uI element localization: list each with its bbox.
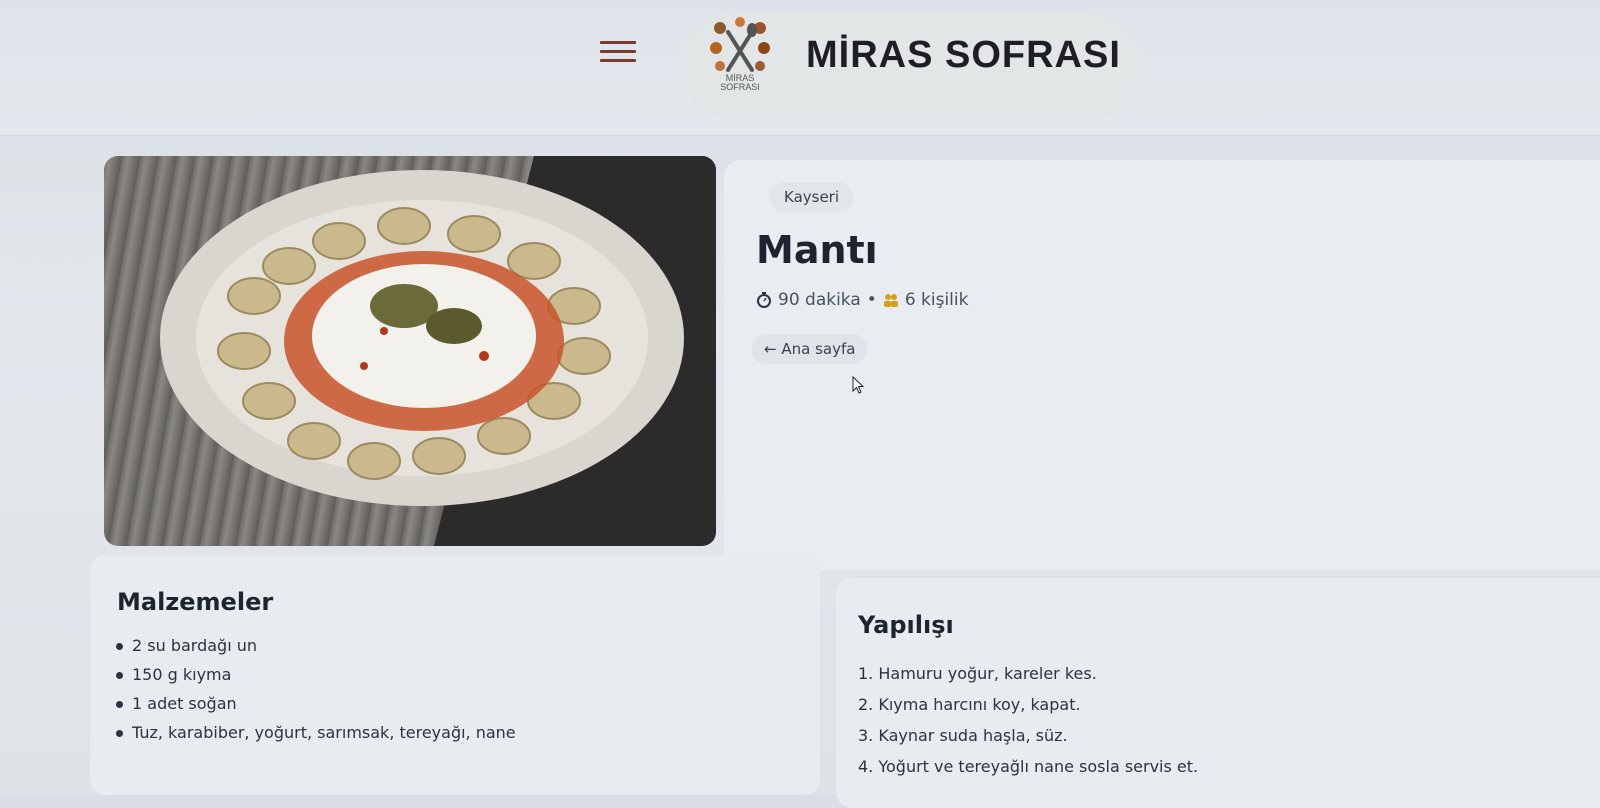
duration-text: 90 dakika	[778, 290, 861, 310]
list-item: 150 g kıyma	[110, 665, 516, 694]
recipe-title: Mantı	[756, 228, 878, 272]
list-item: 4. Yoğurt ve tereyağlı nane sosla servis…	[858, 757, 1199, 776]
stopwatch-icon	[757, 292, 771, 308]
ingredients-title: Malzemeler	[117, 588, 274, 616]
site-title: MİRAS SOFRASI	[806, 34, 1121, 76]
list-item: 3. Kaynar suda haşla, süz.	[858, 726, 1068, 745]
steps-list: 1. Hamuru yoğur, kareler kes. 2. Kıyma h…	[858, 664, 1198, 788]
servings-text: 6 kişilik	[904, 290, 969, 310]
back-to-home-button[interactable]: ← Ana sayfa	[752, 334, 868, 364]
list-item: 1 adet soğan	[110, 694, 516, 723]
list-item: Tuz, karabiber, yoğurt, sarımsak, tereya…	[110, 723, 516, 752]
people-icon	[883, 294, 898, 307]
list-item: 2 su bardağı un	[110, 636, 516, 665]
recipe-meta: 90 dakika • 6 kişilik	[756, 290, 968, 310]
logo-caption: MİRAS SOFRASI	[720, 73, 760, 92]
steps-title: Yapılışı	[858, 611, 954, 639]
ingredients-list: 2 su bardağı un 150 g kıyma 1 adet soğan…	[110, 636, 516, 752]
list-item: 1. Hamuru yoğur, kareler kes.	[858, 664, 1097, 683]
hamburger-menu-button[interactable]	[598, 36, 638, 76]
recipe-info-card	[724, 160, 1600, 570]
region-tag[interactable]: Kayseri	[770, 182, 854, 212]
mouse-cursor-icon	[852, 376, 865, 394]
list-item: 2. Kıyma harcını koy, kapat.	[858, 695, 1081, 714]
recipe-photo	[104, 156, 716, 546]
meta-separator: •	[866, 290, 877, 310]
